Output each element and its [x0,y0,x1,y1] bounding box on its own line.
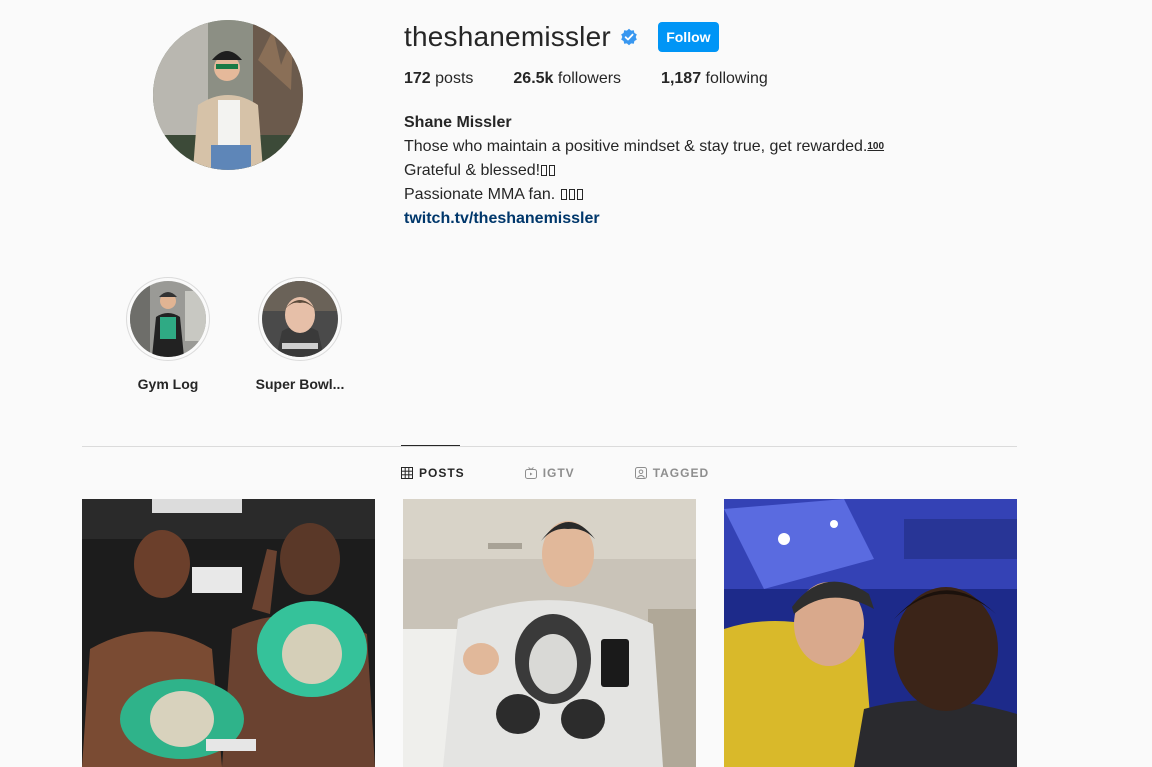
tab-igtv[interactable]: IGTV [524,466,575,480]
highlight-ring [126,277,210,361]
profile-external-link[interactable]: twitch.tv/theshanemissler [404,210,600,227]
grid-icon [401,467,413,479]
verified-badge-icon [620,28,638,46]
followers-count: 26.5k [513,70,554,87]
highlight-label: Super Bowl... [255,376,345,392]
tab-posts-label: POSTS [419,466,465,480]
tab-igtv-label: IGTV [542,466,575,480]
emoji-glyph-icon [549,165,556,176]
posts-count: 172 [404,70,431,87]
bio-line-3: Passionate MMA fan. [404,183,884,207]
profile-tabs: POSTS IGTV TAGGED [401,466,769,480]
following-label: following [705,70,768,87]
followers-label: followers [557,70,622,87]
emoji-glyph-icon [576,189,583,200]
emoji-glyph-icon [568,189,575,200]
tab-tagged[interactable]: TAGGED [634,466,710,480]
highlight-super-bowl[interactable]: Super Bowl... [240,277,360,392]
highlight-thumbnail [130,281,206,357]
tab-tagged-label: TAGGED [652,466,710,480]
emoji-glyph-icon [560,189,567,200]
followers-stat[interactable]: 26.5k followers [513,70,621,88]
follow-button[interactable]: Follow [657,22,719,52]
igtv-icon [524,467,537,479]
profile-bio: Shane Missler Those who maintain a posit… [404,111,884,231]
full-name: Shane Missler [404,114,512,131]
bio-line-1-text: Those who maintain a positive mindset & … [404,138,868,155]
post-image [403,499,696,767]
following-count: 1,187 [661,70,702,87]
bio-line-2: Grateful & blessed! [404,159,884,183]
username: theshanemissler [404,21,611,52]
tabs-divider [82,446,1017,447]
username-row: theshanemissler Follow [404,18,719,56]
emoji-glyph-icon [541,165,548,176]
post-thumbnail[interactable] [403,499,696,767]
hundred-points-emoji: 100 [867,141,885,152]
avatar-photo [153,20,303,170]
highlight-label: Gym Log [137,376,199,392]
post-image [724,499,1017,767]
post-thumbnail[interactable] [82,499,375,767]
bio-line-3-text: Passionate MMA fan. [404,186,556,203]
posts-label: posts [435,70,474,87]
active-tab-indicator [401,445,460,446]
bio-line-2-text: Grateful & blessed! [404,162,541,179]
highlight-ring [258,277,342,361]
tab-posts[interactable]: POSTS [401,466,465,480]
tagged-icon [634,467,647,479]
highlight-thumbnail [262,281,338,357]
following-stat[interactable]: 1,187 following [661,70,768,88]
post-thumbnail[interactable] [724,499,1017,767]
highlight-gym-log[interactable]: Gym Log [108,277,228,392]
profile-avatar[interactable] [153,20,303,170]
post-image [82,499,375,767]
bio-line-1: Those who maintain a positive mindset & … [404,135,884,159]
posts-stat: 172 posts [404,70,473,88]
profile-stats: 172 posts 26.5k followers 1,187 followin… [404,70,808,88]
